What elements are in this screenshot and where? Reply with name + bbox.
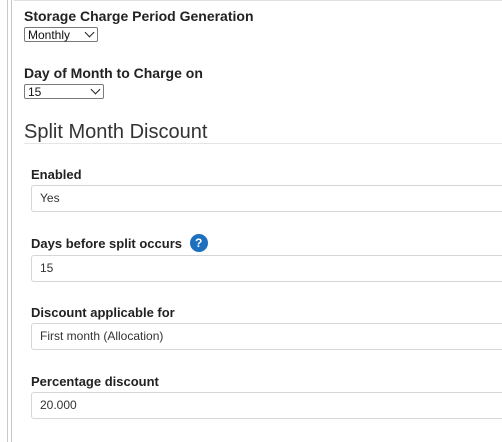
enabled-field[interactable]: Yes [31,185,502,212]
percentage-value: 20.000 [40,398,77,412]
applicable-field[interactable]: First month (Allocation) [31,323,502,350]
period-select-value: Monthly [28,27,71,42]
page: Storage Charge Period Generation Monthly… [0,0,502,442]
day-select-value: 15 [28,84,42,99]
enabled-value: Yes [40,191,60,205]
period-label: Storage Charge Period Generation [24,8,254,24]
percentage-label: Percentage discount [31,374,159,389]
chevron-down-icon [84,27,95,38]
chevron-down-icon [90,84,101,95]
split-month-section-header: Split Month Discount [24,120,207,144]
day-label: Day of Month to Charge on [24,65,203,81]
percentage-field[interactable]: 20.000 [31,392,502,419]
left-border [7,0,8,442]
enabled-label: Enabled [31,167,82,182]
period-field: Storage Charge Period Generation Monthly [24,8,254,44]
days-label-row: Days before split occurs ? [31,234,208,253]
day-field: Day of Month to Charge on 15 [24,65,203,101]
period-select[interactable]: Monthly [24,27,98,42]
section-title: Split Month Discount [24,121,208,143]
days-value: 15 [40,261,54,275]
applicable-value: First month (Allocation) [40,329,164,343]
left-border-inner [11,0,12,442]
applicable-label: Discount applicable for [31,305,175,320]
help-icon[interactable]: ? [189,234,208,253]
top-divider [14,0,502,1]
day-select[interactable]: 15 [24,84,104,99]
days-field[interactable]: 15 [31,255,502,282]
days-label: Days before split occurs [31,236,182,251]
section-divider [24,143,502,144]
